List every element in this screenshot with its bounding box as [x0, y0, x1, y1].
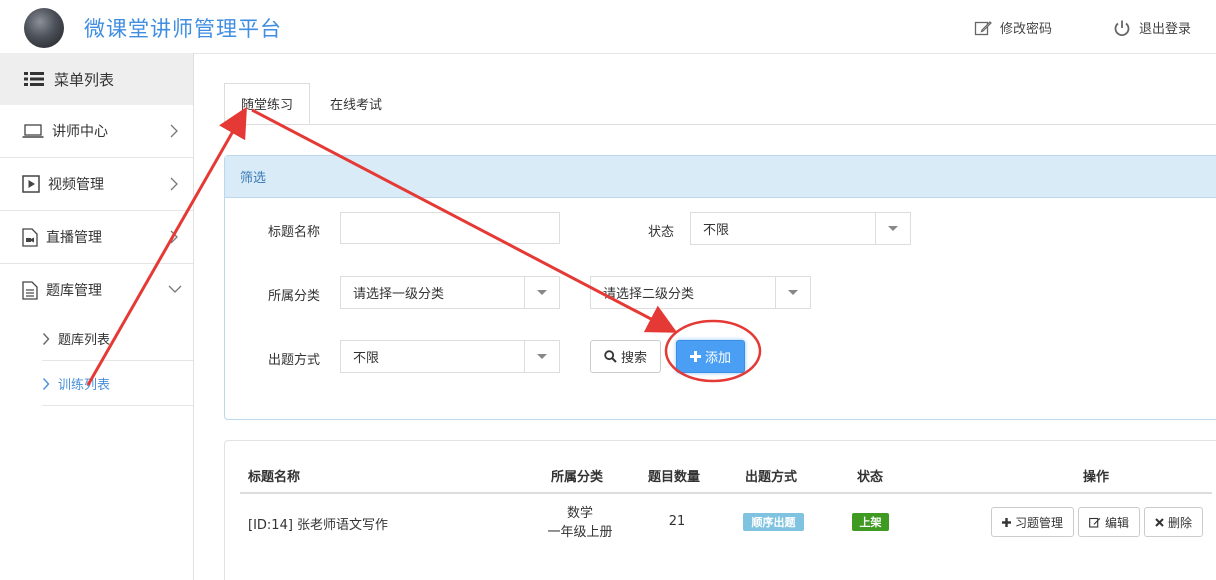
chevron-right-icon — [42, 332, 50, 345]
document-icon — [22, 280, 38, 300]
status-label: 状态 — [648, 225, 675, 240]
method-label: 出题方式 — [268, 353, 321, 368]
status-select[interactable]: 不限 — [690, 212, 911, 245]
sidebar-item-question-bank[interactable]: 题库管理 — [0, 264, 193, 316]
column-header-status: 状态 — [857, 470, 884, 485]
play-icon — [22, 175, 40, 193]
menu-list-title: 菜单列表 — [54, 70, 115, 89]
title-label: 标题名称 — [268, 225, 321, 240]
status-badge: 上架 — [852, 513, 889, 531]
category-level1-select[interactable]: 请选择一级分类 — [340, 276, 560, 309]
logout-link[interactable]: 退出登录 — [1113, 18, 1191, 37]
row-title: [ID:14] 张老师语文写作 — [248, 518, 389, 533]
sidebar-item-label: 题库管理 — [46, 283, 102, 299]
manage-exercises-button[interactable]: 习题管理 — [991, 507, 1074, 537]
sidebar-item-video[interactable]: 视频管理 — [0, 158, 193, 211]
row-count: 21 — [668, 514, 686, 529]
sidebar: 菜单列表 讲师中心 视频管理 直播管理 题库管理 题库列表 训练列表 — [0, 53, 194, 580]
category-level2-value: 请选择二级分类 — [603, 287, 695, 302]
method-select-value: 不限 — [353, 351, 380, 366]
chevron-right-icon — [42, 377, 50, 390]
laptop-icon — [22, 124, 44, 138]
list-icon — [24, 72, 44, 86]
sidebar-subitem-training-list[interactable]: 训练列表 — [0, 361, 193, 406]
filter-heading: 筛选 — [225, 156, 1216, 198]
avatar[interactable] — [24, 8, 64, 48]
caret-down-icon — [875, 213, 910, 244]
caret-down-icon — [524, 341, 559, 372]
add-button[interactable]: 添加 — [676, 340, 745, 373]
close-icon — [1155, 517, 1164, 527]
column-header-actions: 操作 — [1083, 470, 1110, 485]
column-header-title: 标题名称 — [248, 470, 301, 485]
search-button[interactable]: 搜索 — [590, 340, 661, 373]
sidebar-item-live[interactable]: 直播管理 — [0, 211, 193, 264]
search-button-label: 搜索 — [620, 351, 647, 366]
delete-label: 删除 — [1167, 515, 1192, 530]
row-category-line2: 一年级上册 — [547, 525, 613, 540]
title-input[interactable] — [340, 212, 560, 244]
status-select-value: 不限 — [703, 223, 730, 238]
caret-down-icon — [524, 277, 559, 308]
logout-label: 退出登录 — [1139, 22, 1192, 37]
delete-button[interactable]: 删除 — [1144, 507, 1203, 537]
category-level2-select[interactable]: 请选择二级分类 — [590, 276, 811, 309]
category-label: 所属分类 — [268, 289, 321, 304]
caret-down-icon — [775, 277, 810, 308]
add-button-label: 添加 — [704, 351, 731, 366]
sidebar-item-label: 直播管理 — [46, 230, 102, 246]
tab-online-exam[interactable]: 在线考试 — [314, 83, 398, 124]
chevron-down-icon — [168, 285, 182, 293]
search-icon — [604, 350, 617, 363]
row-category-line1: 数学 — [566, 506, 593, 521]
edit-label: 编辑 — [1104, 515, 1129, 530]
app-title: 微课堂讲师管理平台 — [84, 17, 282, 41]
tab-bar: 随堂练习 在线考试 — [224, 83, 1216, 125]
plus-icon — [689, 351, 701, 362]
power-icon — [1114, 20, 1130, 36]
column-header-count: 题目数量 — [648, 470, 701, 485]
sidebar-item-label: 讲师中心 — [52, 124, 108, 140]
change-password-label: 修改密码 — [1000, 22, 1053, 37]
table-header-divider — [240, 492, 1212, 494]
column-header-category: 所属分类 — [551, 470, 604, 485]
sidebar-item-lecturer-center[interactable]: 讲师中心 — [0, 105, 193, 158]
sidebar-subitem-label: 题库列表 — [58, 333, 111, 348]
edit-button[interactable]: 编辑 — [1078, 507, 1140, 537]
category-level1-value: 请选择一级分类 — [353, 287, 445, 302]
tab-classroom-practice[interactable]: 随堂练习 — [224, 83, 311, 124]
sidebar-item-label: 视频管理 — [48, 177, 104, 193]
method-badge: 顺序出题 — [743, 513, 804, 531]
camera-file-icon — [22, 227, 38, 247]
sidebar-subitem-label: 训练列表 — [58, 378, 111, 393]
chevron-right-icon — [170, 124, 178, 138]
method-select[interactable]: 不限 — [340, 340, 560, 373]
edit-icon — [974, 20, 992, 35]
sidebar-subitem-question-list[interactable]: 题库列表 — [0, 316, 193, 361]
chevron-right-icon — [170, 177, 178, 191]
top-header: 微课堂讲师管理平台 修改密码 退出登录 — [0, 0, 1216, 54]
plus-icon — [1001, 517, 1011, 527]
chevron-right-icon — [170, 230, 178, 244]
manage-exercises-label: 习题管理 — [1014, 515, 1063, 530]
menu-list-header: 菜单列表 — [0, 53, 193, 105]
row-category: 数学 一年级上册 — [540, 504, 620, 542]
edit-icon — [1089, 517, 1101, 528]
change-password-link[interactable]: 修改密码 — [974, 18, 1052, 37]
column-header-method: 出题方式 — [745, 470, 798, 485]
